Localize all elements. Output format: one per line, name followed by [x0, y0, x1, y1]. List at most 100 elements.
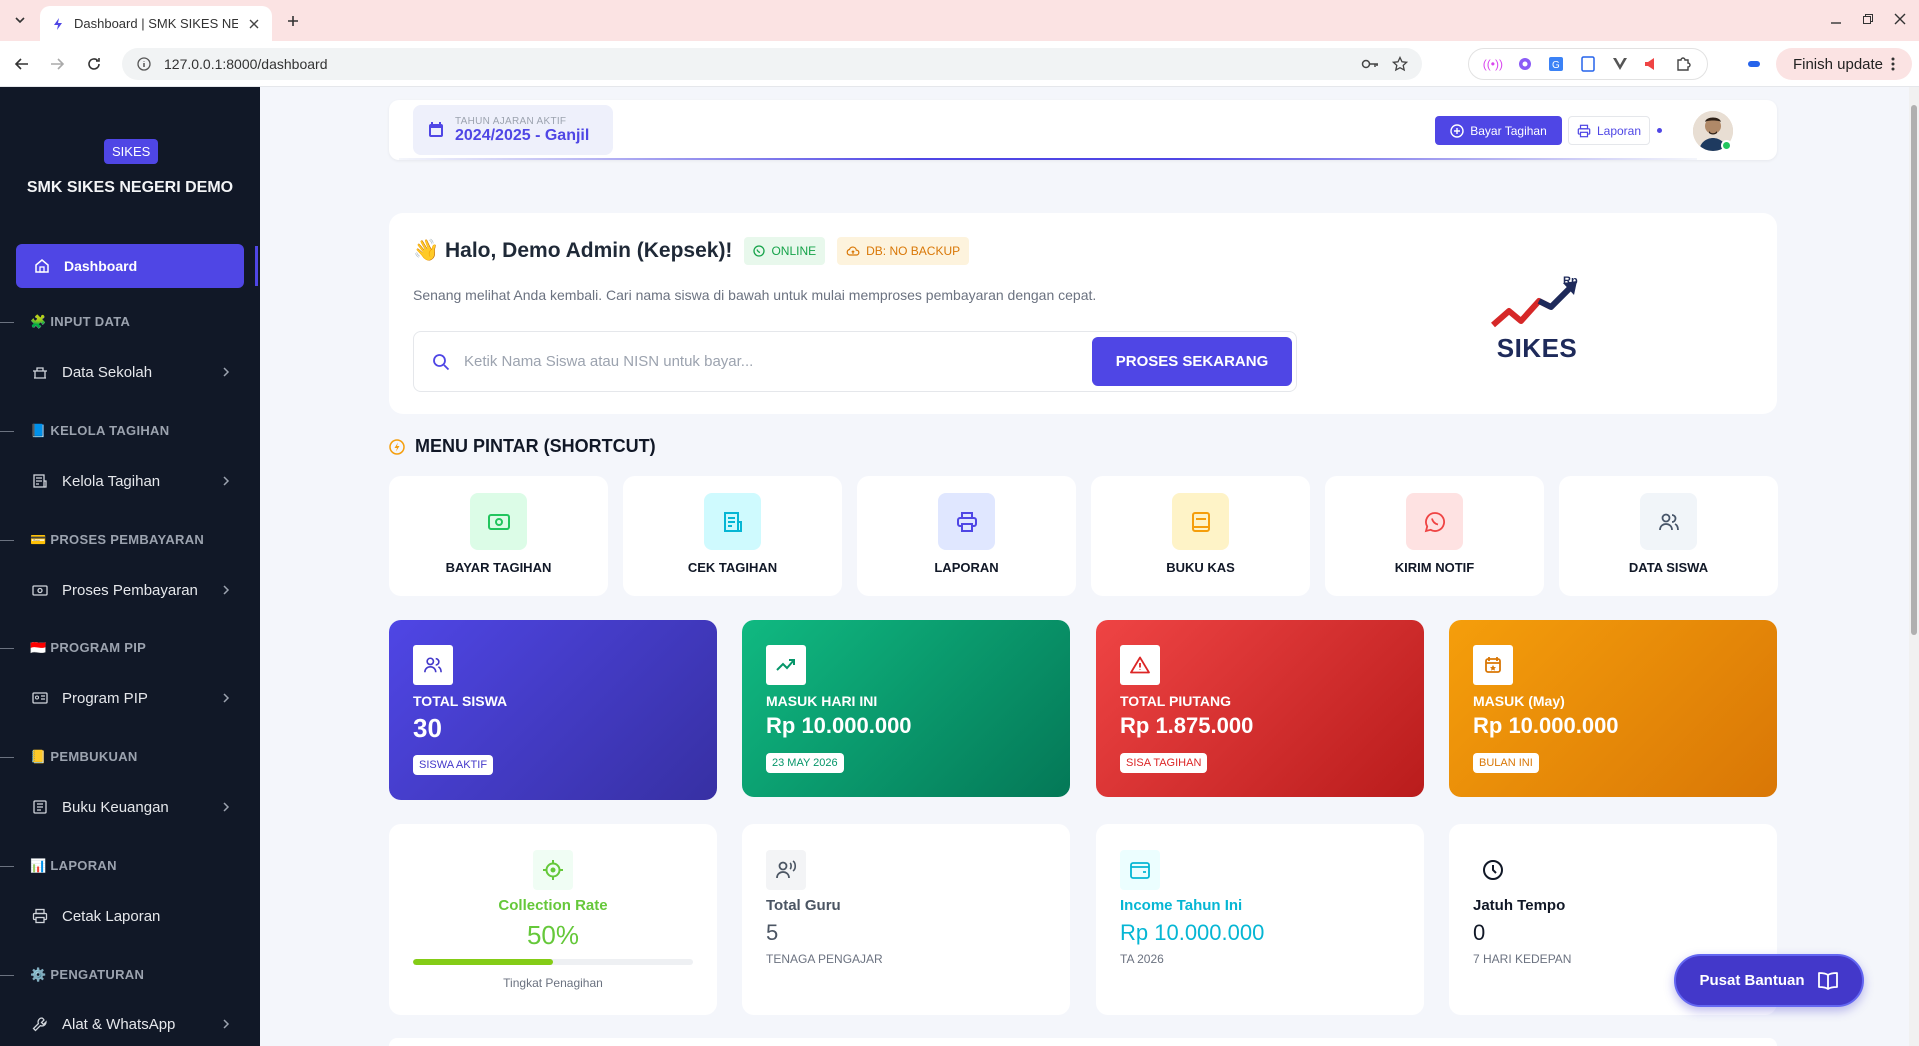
- shortcut-cek-tagihan[interactable]: CEK TAGIHAN: [623, 476, 842, 596]
- extension-broadcast-icon[interactable]: ((•)): [1483, 54, 1503, 74]
- address-bar[interactable]: 127.0.0.1:8000/dashboard: [122, 48, 1422, 80]
- extension-gear-icon[interactable]: [1515, 54, 1535, 74]
- bayar-tagihan-label: Bayar Tagihan: [1470, 123, 1547, 138]
- shortcut-laporan[interactable]: LAPORAN: [857, 476, 1076, 596]
- close-window-icon[interactable]: [1889, 8, 1911, 30]
- shortcut-label: DATA SISWA: [1628, 560, 1709, 575]
- building-icon: [33, 367, 47, 379]
- extensions-puzzle-icon[interactable]: [1673, 54, 1693, 74]
- pusat-bantuan-button[interactable]: Pusat Bantuan: [1674, 954, 1864, 1007]
- info-icon-box: [766, 850, 806, 890]
- trending-up-icon: [776, 659, 795, 671]
- academic-year-label: TAHUN AJARAN AKTIF: [455, 115, 567, 127]
- sidebar-item-program-pip[interactable]: Program PIP: [32, 678, 232, 718]
- chevron-right-icon: [220, 367, 232, 377]
- tab-search-chevron-icon[interactable]: [10, 10, 30, 30]
- scrollbar-thumb[interactable]: [1911, 105, 1917, 635]
- section-title: 📘 KELOLA TAGIHAN: [30, 423, 170, 438]
- shortcut-title: MENU PINTAR (SHORTCUT): [415, 436, 656, 456]
- tab-close-icon[interactable]: [246, 16, 262, 32]
- shortcut-buku-kas[interactable]: BUKU KAS: [1091, 476, 1310, 596]
- forward-arrow-icon[interactable]: [47, 54, 67, 74]
- stat-card-masuk-hari-ini[interactable]: MASUK HARI INI Rp 10.000.000 23 MAY 2026: [742, 620, 1070, 797]
- extension-megaphone-icon[interactable]: [1641, 54, 1661, 74]
- cloud-upload-icon: [846, 246, 860, 256]
- greeting-text: Halo, Demo Admin (Kepsek)!: [445, 239, 733, 262]
- wrench-icon: [32, 1017, 47, 1032]
- sidebar-section-input-data: 🧩 INPUT DATA: [0, 314, 130, 330]
- sidebar-item-dashboard[interactable]: Dashboard: [16, 244, 244, 288]
- sidebar-item-alat-whatsapp[interactable]: Alat & WhatsApp: [32, 1004, 232, 1044]
- section-title: 💳 PROSES PEMBAYARAN: [30, 532, 205, 547]
- info-card-income-tahun: Income Tahun Ini Rp 10.000.000 TA 2026: [1096, 824, 1424, 1015]
- laporan-button[interactable]: Laporan: [1568, 116, 1650, 145]
- stat-card-total-siswa[interactable]: TOTAL SISWA 30 SISWA AKTIF: [389, 620, 717, 800]
- info-icon-box: [533, 850, 573, 890]
- brand-badge: SIKES: [104, 139, 159, 164]
- active-indicator: [255, 246, 258, 286]
- site-info-icon[interactable]: [134, 54, 154, 74]
- page-scrollbar[interactable]: [1909, 87, 1919, 1046]
- sidebar-item-data-sekolah[interactable]: Data Sekolah: [32, 352, 232, 392]
- restore-icon[interactable]: [1857, 8, 1879, 30]
- student-search-input[interactable]: [464, 353, 1078, 370]
- extension-vue-icon[interactable]: [1610, 54, 1630, 74]
- lightning-circle-icon: [389, 438, 405, 455]
- info-label: Collection Rate: [498, 897, 608, 914]
- stat-card-masuk-bulan[interactable]: MASUK (May) Rp 10.000.000 BULAN INI: [1449, 620, 1777, 797]
- shortcut-kirim-notif[interactable]: KIRIM NOTIF: [1325, 476, 1544, 596]
- school-name: SMK SIKES NEGERI DEMO: [26, 179, 234, 196]
- stat-value: Rp 10.000.000: [766, 713, 912, 738]
- new-tab-plus-icon[interactable]: [282, 10, 304, 32]
- bayar-tagihan-button[interactable]: Bayar Tagihan: [1435, 116, 1562, 145]
- shortcut-icon-box: [1172, 493, 1229, 550]
- collection-progress-fill: [413, 959, 553, 965]
- tab-title: Dashboard | SMK SIKES NEGERI DEMO: [74, 16, 238, 31]
- extension-translate-icon[interactable]: G: [1546, 54, 1566, 74]
- browser-tab-dashboard[interactable]: Dashboard | SMK SIKES NEGERI DEMO: [40, 6, 272, 41]
- printer-icon: [32, 908, 48, 924]
- plus-circle-icon: [1450, 123, 1464, 138]
- shortcut-icon-box: [704, 493, 761, 550]
- academic-year-box: TAHUN AJARAN AKTIF 2024/2025 - Ganjil: [413, 105, 613, 155]
- sidebar-item-cetak-laporan[interactable]: Cetak Laporan: [32, 896, 232, 936]
- shortcut-data-siswa[interactable]: DATA SISWA: [1559, 476, 1778, 596]
- shortcut-icon-box: [938, 493, 995, 550]
- browser-toolbar: 127.0.0.1:8000/dashboard ((•)) G Finish …: [0, 41, 1919, 87]
- info-card-collection-rate: Collection Rate 50% Tingkat Penagihan: [389, 824, 717, 1015]
- ledger-icon: [33, 800, 47, 814]
- info-label: Jatuh Tempo: [1473, 897, 1566, 914]
- sidebar-item-proses-pembayaran[interactable]: Proses Pembayaran: [32, 570, 232, 610]
- password-key-icon[interactable]: [1360, 54, 1380, 74]
- stat-pill: BULAN INI: [1473, 753, 1539, 773]
- status-badge-db[interactable]: DB: NO BACKUP: [837, 237, 970, 265]
- sidebar-item-buku-keuangan[interactable]: Buku Keuangan: [32, 787, 232, 827]
- stat-value: Rp 1.875.000: [1120, 713, 1254, 738]
- bookmark-star-icon[interactable]: [1390, 54, 1410, 74]
- sidebar-section-proses-pembayaran: 💳 PROSES PEMBAYARAN: [0, 532, 204, 548]
- info-value: 0: [1473, 920, 1486, 945]
- whatsapp-icon: [753, 245, 766, 257]
- back-arrow-icon[interactable]: [12, 54, 32, 74]
- extension-document-icon[interactable]: [1578, 54, 1598, 74]
- minimize-icon[interactable]: [1825, 8, 1847, 30]
- stat-icon-box: [1120, 645, 1160, 685]
- warning-triangle-icon: [1130, 656, 1150, 674]
- shortcut-bayar-tagihan[interactable]: BAYAR TAGIHAN: [389, 476, 608, 596]
- section-title: 🧩 INPUT DATA: [30, 314, 131, 329]
- finish-update-button[interactable]: Finish update: [1776, 48, 1912, 80]
- proses-sekarang-button[interactable]: PROSES SEKARANG: [1092, 337, 1292, 386]
- profile-extension-icon[interactable]: [1744, 54, 1764, 74]
- info-sub: 7 HARI KEDEPAN: [1473, 952, 1572, 966]
- search-icon: [433, 353, 450, 370]
- reload-icon[interactable]: [84, 54, 104, 74]
- sidebar-item-label: Data Sekolah: [62, 363, 153, 381]
- sidebar-item-kelola-tagihan[interactable]: Kelola Tagihan: [32, 461, 232, 501]
- section-title: 📊 LAPORAN: [30, 858, 117, 873]
- cash-icon: [487, 513, 510, 530]
- stat-card-total-piutang[interactable]: TOTAL PIUTANG Rp 1.875.000 SISA TAGIHAN: [1096, 620, 1424, 797]
- target-icon: [543, 860, 563, 880]
- section-title: 🇮🇩 PROGRAM PIP: [30, 640, 147, 655]
- url-text[interactable]: 127.0.0.1:8000/dashboard: [164, 56, 1350, 72]
- svg-text:G: G: [1552, 60, 1560, 71]
